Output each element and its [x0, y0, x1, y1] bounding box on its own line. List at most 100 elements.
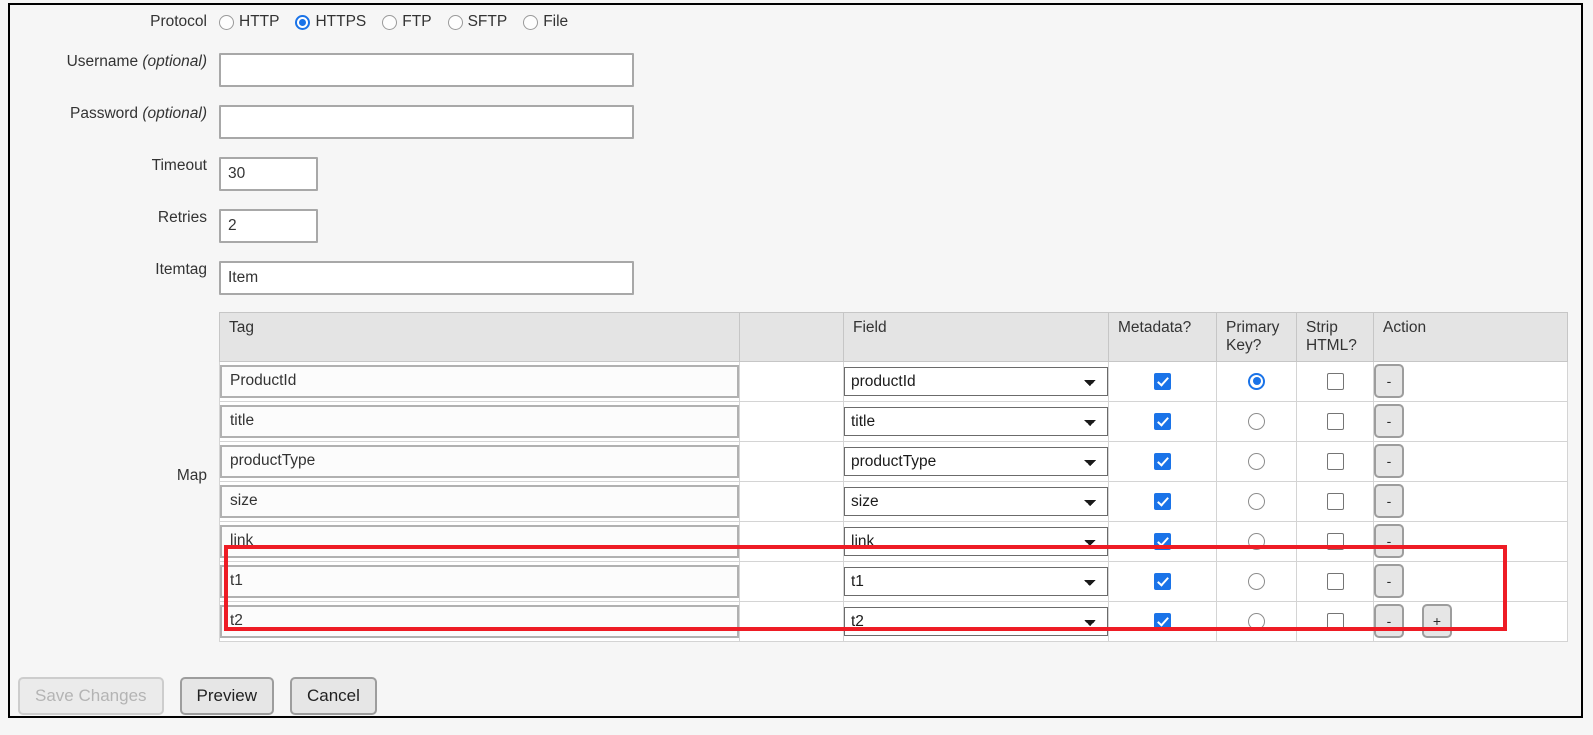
remove-row-button[interactable]: - [1374, 364, 1404, 399]
radio-icon[interactable] [447, 14, 463, 30]
tag-cell [219, 480, 740, 522]
remove-row-button[interactable]: - [1374, 564, 1404, 599]
save-changes-button[interactable]: Save Changes [18, 677, 164, 715]
timeout-input[interactable] [219, 157, 318, 191]
radio-icon[interactable] [219, 14, 234, 30]
primary-key-cell [1216, 480, 1297, 522]
protocol-option-https[interactable]: HTTPS [295, 13, 366, 31]
tag-input[interactable] [220, 484, 739, 518]
metadata-cell [1108, 560, 1217, 602]
column-header-action: Action [1373, 312, 1568, 362]
protocol-radio-group[interactable]: HTTP HTTPS FTP SFTP File [219, 13, 1581, 31]
username-input[interactable] [219, 53, 634, 87]
username-label: Username (optional) [10, 53, 219, 70]
action-cell: - [1373, 520, 1568, 562]
field-select[interactable]: title [844, 406, 1108, 436]
tag-input[interactable] [220, 564, 739, 598]
strip-html-checkbox[interactable] [1326, 492, 1344, 510]
password-input[interactable] [219, 105, 634, 139]
tag-input[interactable] [220, 604, 739, 638]
protocol-option-ftp[interactable]: FTP [382, 13, 432, 31]
remove-row-button[interactable]: - [1374, 484, 1404, 519]
primary-key-cell [1216, 400, 1297, 442]
strip-html-checkbox[interactable] [1326, 412, 1344, 430]
password-label-text: Password [70, 105, 139, 122]
primary-key-radio[interactable] [1248, 532, 1265, 550]
metadata-checkbox[interactable] [1154, 372, 1171, 390]
password-label-hint: (optional) [142, 105, 207, 122]
add-row-button[interactable]: + [1422, 604, 1452, 639]
field-select[interactable]: t1 [844, 566, 1108, 596]
primary-key-radio[interactable] [1248, 372, 1265, 390]
protocol-option-http[interactable]: HTTP [219, 13, 279, 31]
strip-html-cell [1296, 440, 1374, 482]
spacer-cell [739, 400, 844, 442]
radio-icon[interactable] [382, 14, 398, 30]
field-cell: link [843, 520, 1109, 562]
primary-key-radio[interactable] [1248, 572, 1265, 590]
strip-html-checkbox[interactable] [1326, 532, 1344, 550]
protocol-option-sftp[interactable]: SFTP [447, 13, 507, 31]
radio-icon[interactable] [523, 14, 539, 30]
retries-input[interactable] [219, 209, 318, 243]
field-cell: productId [843, 360, 1109, 402]
remove-row-button[interactable]: - [1374, 604, 1404, 639]
tag-cell [219, 440, 740, 482]
preview-button[interactable]: Preview [179, 677, 274, 715]
tag-input[interactable] [220, 524, 739, 558]
metadata-cell [1108, 360, 1217, 402]
remove-row-button[interactable]: - [1374, 404, 1404, 439]
table-row: productType - [219, 440, 1568, 482]
strip-html-cell [1296, 560, 1374, 602]
password-label: Password (optional) [10, 105, 219, 122]
primary-key-cell [1216, 360, 1297, 402]
map-label: Map [176, 467, 207, 484]
table-row: size - [219, 480, 1568, 522]
primary-key-radio[interactable] [1248, 492, 1265, 510]
strip-html-checkbox[interactable] [1326, 612, 1344, 630]
strip-html-checkbox[interactable] [1326, 572, 1344, 590]
username-label-hint: (optional) [142, 53, 207, 70]
primary-key-radio[interactable] [1248, 452, 1265, 470]
field-select[interactable]: productType [844, 446, 1108, 476]
column-header-tag: Tag [219, 312, 740, 362]
strip-html-checkbox[interactable] [1326, 372, 1344, 390]
tag-input[interactable] [220, 404, 739, 438]
metadata-checkbox[interactable] [1154, 572, 1171, 590]
action-cell: - [1373, 560, 1568, 602]
primary-key-radio[interactable] [1248, 612, 1265, 630]
strip-html-checkbox[interactable] [1326, 452, 1344, 470]
primary-key-radio[interactable] [1248, 412, 1265, 430]
remove-row-button[interactable]: - [1374, 524, 1404, 559]
protocol-option-file[interactable]: File [523, 13, 568, 31]
table-row: title - [219, 400, 1568, 442]
radio-icon[interactable] [295, 14, 311, 30]
column-header-primary-key: Primary Key? [1216, 312, 1297, 362]
field-select[interactable]: productId [844, 366, 1108, 396]
field-select[interactable]: link [844, 526, 1108, 556]
cancel-button[interactable]: Cancel [290, 677, 377, 715]
field-select[interactable]: t2 [844, 606, 1108, 636]
metadata-cell [1108, 440, 1217, 482]
tag-cell [219, 600, 740, 642]
tag-cell [219, 360, 740, 402]
metadata-checkbox[interactable] [1154, 452, 1171, 470]
field-map-table: Tag Field Metadata? Primary Key? Strip H… [219, 312, 1568, 642]
tag-input[interactable] [220, 364, 739, 398]
remove-row-button[interactable]: - [1374, 444, 1404, 479]
protocol-label: Protocol [150, 13, 207, 30]
metadata-checkbox[interactable] [1154, 492, 1171, 510]
field-select[interactable]: size [844, 486, 1108, 516]
metadata-checkbox[interactable] [1154, 612, 1171, 630]
metadata-checkbox[interactable] [1154, 532, 1171, 550]
itemtag-input[interactable] [219, 261, 634, 295]
tag-input[interactable] [220, 444, 739, 478]
strip-html-cell [1296, 400, 1374, 442]
metadata-checkbox[interactable] [1154, 412, 1171, 430]
table-row: t1 - [219, 560, 1568, 602]
metadata-cell [1108, 520, 1217, 562]
column-header-field: Field [843, 312, 1109, 362]
field-cell: title [843, 400, 1109, 442]
itemtag-row: Itemtag [10, 261, 1581, 295]
protocol-option-label: HTTPS [315, 13, 367, 30]
